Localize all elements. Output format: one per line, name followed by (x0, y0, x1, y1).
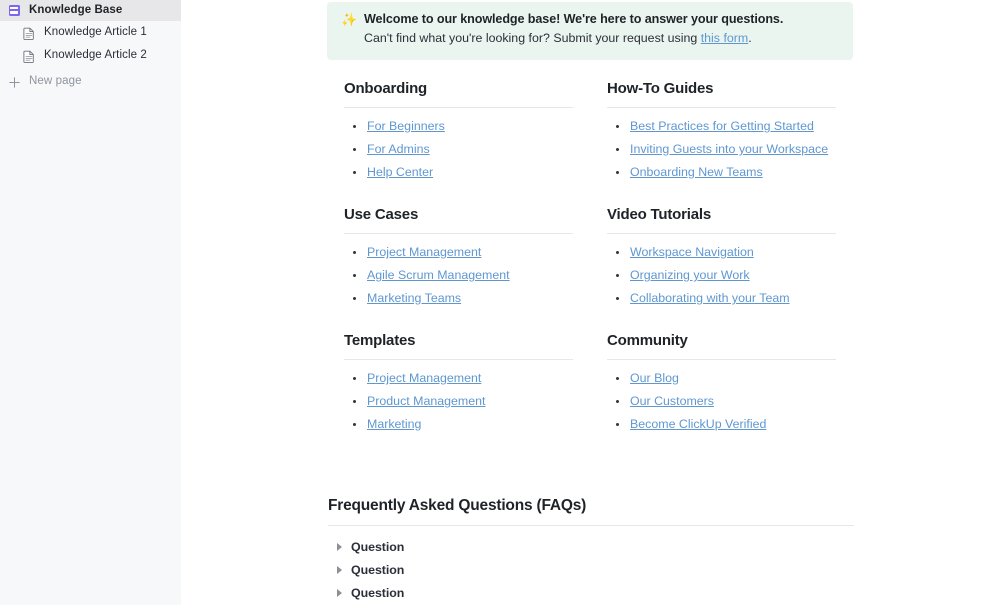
list-item: Inviting Guests into your Workspace (607, 138, 835, 161)
faq-item[interactable]: Question (328, 581, 853, 604)
list-item: Project Management (344, 241, 572, 264)
banner-subtitle: Can't find what you're looking for? Subm… (364, 29, 839, 48)
main-content: ✨ Welcome to our knowledge base! We're h… (181, 0, 987, 605)
list-item: For Beginners (344, 115, 572, 138)
sidebar-item-knowledge-article-2[interactable]: Knowledge Article 2 (0, 45, 181, 67)
welcome-banner: ✨ Welcome to our knowledge base! We're h… (327, 2, 853, 60)
section-link-list: Our Blog Our Customers Become ClickUp Ve… (607, 367, 835, 436)
document-icon (21, 48, 37, 64)
section-title: Use Cases (344, 206, 419, 223)
sidebar-item-label: Knowledge Article 1 (44, 26, 147, 39)
section-link[interactable]: Onboarding New Teams (630, 165, 763, 179)
section-title: Video Tutorials (607, 206, 711, 223)
chevron-right-icon[interactable] (337, 565, 342, 574)
section-link[interactable]: Best Practices for Getting Started (630, 119, 814, 133)
sidebar: Knowledge Base Knowledge Article 1 Knowl… (0, 0, 181, 605)
list-item: Help Center (344, 161, 572, 184)
document-icon (21, 25, 37, 41)
section-link[interactable]: Inviting Guests into your Workspace (630, 142, 828, 156)
this-form-link[interactable]: this form (701, 31, 749, 45)
list-item: Become ClickUp Verified (607, 413, 835, 436)
section-link[interactable]: Become ClickUp Verified (630, 417, 766, 431)
section-link[interactable]: Organizing your Work (630, 268, 750, 282)
list-item: Marketing (344, 413, 572, 436)
list-item: Project Management (344, 367, 572, 390)
section-link[interactable]: Project Management (367, 371, 481, 385)
faq-item[interactable]: Question (328, 558, 853, 581)
section-link[interactable]: For Beginners (367, 119, 445, 133)
section-link-list: Workspace Navigation Organizing your Wor… (607, 241, 835, 310)
section-templates: Templates Project Management Product Man… (327, 331, 590, 436)
section-use-cases: Use Cases Project Management Agile Scrum… (327, 205, 590, 310)
sidebar-item-label: Knowledge Article 2 (44, 49, 147, 62)
new-page-button[interactable]: New page (0, 71, 181, 93)
section-link[interactable]: Marketing (367, 417, 421, 431)
section-title: Community (607, 332, 688, 349)
section-link-list: For Beginners For Admins Help Center (344, 115, 572, 184)
page-body: ✨ Welcome to our knowledge base! We're h… (327, 0, 854, 604)
section-how-to-guides: How-To Guides Best Practices for Getting… (590, 79, 853, 184)
section-divider (344, 359, 573, 360)
section-link[interactable]: Help Center (367, 165, 433, 179)
sidebar-item-label: Knowledge Base (29, 3, 123, 16)
sparkles-icon: ✨ (341, 12, 358, 27)
section-community: Community Our Blog Our Customers Become … (590, 331, 853, 436)
faq-divider (328, 525, 854, 526)
banner-subtitle-text: Can't find what you're looking for? Subm… (364, 31, 701, 45)
faq-section: Frequently Asked Questions (FAQs) Questi… (327, 495, 854, 604)
chevron-right-icon[interactable] (337, 588, 342, 597)
banner-text: Welcome to our knowledge base! We're her… (364, 11, 839, 48)
list-item: Onboarding New Teams (607, 161, 835, 184)
plus-icon (6, 74, 22, 90)
new-page-label: New page (29, 75, 82, 88)
faq-title: Frequently Asked Questions (FAQs) (328, 497, 587, 514)
section-divider (607, 359, 836, 360)
link-sections-grid: Onboarding For Beginners For Admins Help… (327, 79, 853, 457)
section-video-tutorials: Video Tutorials Workspace Navigation Org… (590, 205, 853, 310)
chevron-right-icon[interactable] (337, 542, 342, 551)
section-link-list: Best Practices for Getting Started Invit… (607, 115, 835, 184)
app-window: Knowledge Base Knowledge Article 1 Knowl… (0, 0, 987, 605)
sidebar-item-knowledge-base[interactable]: Knowledge Base (0, 0, 181, 21)
faq-item-label: Question (351, 585, 405, 600)
list-item: For Admins (344, 138, 572, 161)
section-link-list: Project Management Agile Scrum Managemen… (344, 241, 572, 310)
section-title: Templates (344, 332, 416, 349)
section-link-list: Project Management Product Management Ma… (344, 367, 572, 436)
list-item: Best Practices for Getting Started (607, 115, 835, 138)
list-item: Collaborating with your Team (607, 287, 835, 310)
section-link[interactable]: Our Customers (630, 394, 714, 408)
section-link[interactable]: Marketing Teams (367, 291, 461, 305)
faq-item-label: Question (351, 562, 405, 577)
section-divider (607, 107, 836, 108)
section-title: How-To Guides (607, 80, 714, 97)
section-link[interactable]: For Admins (367, 142, 430, 156)
list-item: Product Management (344, 390, 572, 413)
section-divider (344, 107, 573, 108)
section-link[interactable]: Workspace Navigation (630, 245, 754, 259)
list-item: Our Customers (607, 390, 835, 413)
list-item: Marketing Teams (344, 287, 572, 310)
faq-item[interactable]: Question (328, 535, 853, 558)
list-item: Our Blog (607, 367, 835, 390)
section-divider (344, 233, 573, 234)
list-item: Workspace Navigation (607, 241, 835, 264)
section-link[interactable]: Product Management (367, 394, 485, 408)
section-onboarding: Onboarding For Beginners For Admins Help… (327, 79, 590, 184)
banner-title: Welcome to our knowledge base! We're her… (364, 12, 784, 26)
section-link[interactable]: Agile Scrum Management (367, 268, 510, 282)
section-title: Onboarding (344, 80, 427, 97)
banner-subtitle-suffix: . (748, 31, 752, 45)
sidebar-item-knowledge-article-1[interactable]: Knowledge Article 1 (0, 22, 181, 44)
list-item: Agile Scrum Management (344, 264, 572, 287)
faq-item-label: Question (351, 539, 405, 554)
section-link[interactable]: Our Blog (630, 371, 679, 385)
book-icon (6, 3, 22, 19)
section-divider (607, 233, 836, 234)
list-item: Organizing your Work (607, 264, 835, 287)
section-link[interactable]: Collaborating with your Team (630, 291, 790, 305)
section-link[interactable]: Project Management (367, 245, 481, 259)
